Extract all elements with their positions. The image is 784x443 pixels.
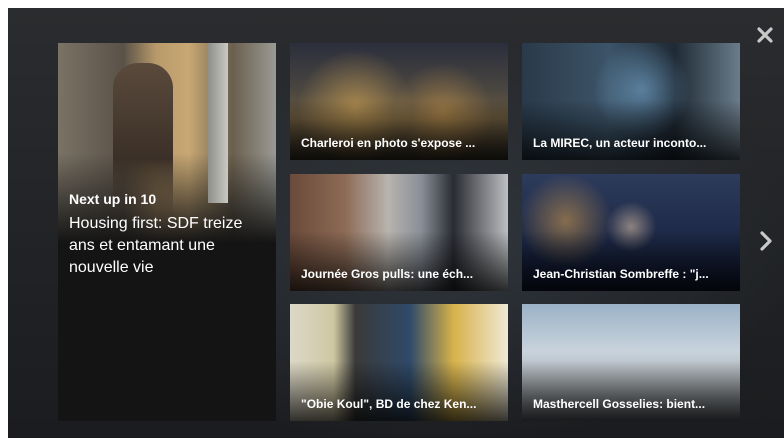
video-tile[interactable]: "Obie Koul", BD de chez Ken...	[290, 304, 508, 421]
video-title: Journée Gros pulls: une éch...	[301, 267, 474, 281]
video-tile[interactable]: Masthercell Gosselies: bient...	[522, 304, 740, 421]
video-title: Jean-Christian Sombreffe : "j...	[533, 267, 709, 281]
video-title: "Obie Koul", BD de chez Ken...	[301, 397, 477, 411]
video-title: Charleroi en photo s'expose ...	[301, 136, 476, 150]
featured-video-title: Housing first: SDF treize ans et entaman…	[69, 215, 243, 276]
caption-shade	[522, 231, 740, 291]
caption-shade	[522, 100, 740, 160]
featured-next-video[interactable]: Next up in 10 Housing first: SDF treize …	[58, 43, 276, 421]
featured-thumbnail-detail	[208, 43, 228, 203]
video-title: La MIREC, un acteur inconto...	[533, 136, 707, 150]
video-tile[interactable]: Jean-Christian Sombreffe : "j...	[522, 174, 740, 291]
video-tile[interactable]: Journée Gros pulls: une éch...	[290, 174, 508, 291]
video-tile[interactable]: La MIREC, un acteur inconto...	[522, 43, 740, 160]
caption-shade	[522, 361, 740, 421]
video-title: Masthercell Gosselies: bient...	[533, 397, 706, 411]
caption-shade	[290, 231, 508, 291]
video-tile[interactable]: Charleroi en photo s'expose ...	[290, 43, 508, 160]
next-up-countdown: Next up in 10	[69, 191, 157, 207]
close-button[interactable]	[754, 24, 776, 46]
close-icon	[757, 27, 773, 43]
next-page-button[interactable]	[756, 227, 776, 255]
chevron-right-icon	[760, 231, 772, 251]
caption-shade	[290, 361, 508, 421]
caption-shade	[290, 100, 508, 160]
